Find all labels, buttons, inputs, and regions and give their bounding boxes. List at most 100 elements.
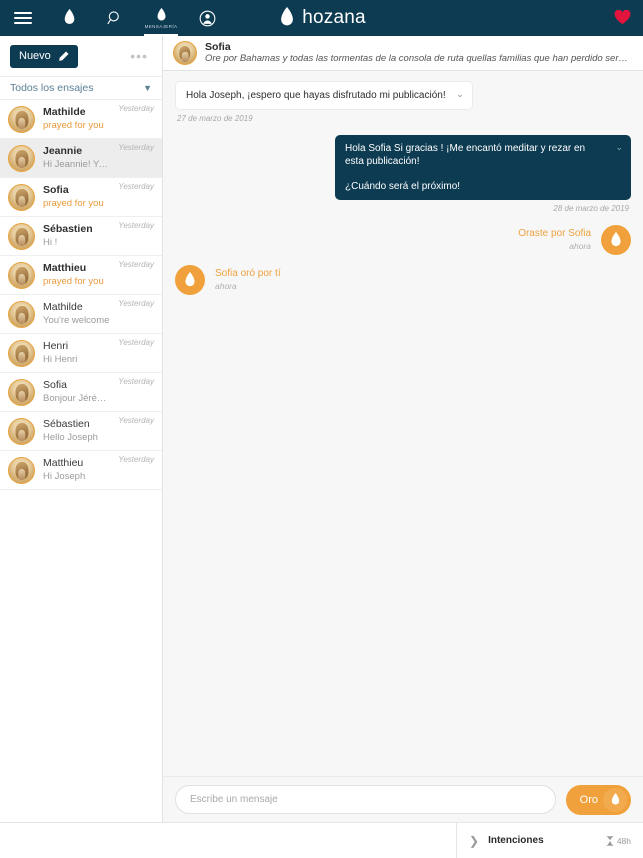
sidebar-toolbar: Nuevo ••• [0,36,162,76]
heart-icon [614,9,631,25]
conversation-preview: Bonjour Jérémie ! [43,393,111,404]
flame-icon [185,271,195,286]
more-options-icon[interactable]: ••• [130,48,152,64]
conversation-list-item[interactable]: Sofia prayed for you Yesterday [0,178,162,217]
conversation-name: Henri [43,340,69,352]
pray-button-label: Oro [579,793,598,806]
avatar [8,339,35,367]
menu-button[interactable] [0,0,46,36]
flame-badge [601,225,631,255]
conversation-name: Sébastien [43,418,90,430]
avatar [8,222,35,250]
conversation-list-item[interactable]: Jeannie Hi Jeannie! Yes thanks ! I Yesterd… [0,139,162,178]
message-timestamp: 27 de marzo de 2019 [177,114,253,123]
conversation-list-item[interactable]: Sofia Bonjour Jérémie ! Yesterday [0,373,162,412]
chevron-down-icon[interactable]: ⌄ [615,141,623,154]
conversation-preview: Hi Joseph [43,471,86,482]
message-composer: Oro [163,776,643,822]
conversation-name: Sébastien [43,223,93,235]
conversation-time: Yesterday [118,143,154,152]
conversation-name: Jeannie [43,145,83,157]
prayer-event-time: ahora [569,241,591,251]
conversation-list-item[interactable]: Matthieu Hi Joseph Yesterday [0,451,162,490]
avatar [8,456,35,484]
conversation-filter-label: Todos los ensajes [10,82,94,94]
nav-search-button[interactable] [92,0,138,36]
message-text: Hola Joseph, ¡espero que hayas disfrutad… [186,90,446,101]
message-timestamp: 28 de marzo de 2019 [553,204,629,213]
message-bubble-incoming[interactable]: Hola Joseph, ¡espero que hayas disfrutad… [175,81,473,110]
intentions-timer: 48h [606,836,631,846]
avatar [8,378,35,406]
conversation-time: Yesterday [118,377,154,386]
avatar [8,300,35,328]
flame-badge [603,787,627,812]
message-row-outgoing: Hola Sofia Si gracias ! ¡Me encantó medi… [175,135,631,200]
conversation-list-item[interactable]: Sébastien Hi ! Yesterday [0,217,162,256]
conversation-time: Yesterday [118,299,154,308]
conversation-list-item[interactable]: Henri Hi Henri Yesterday [0,334,162,373]
flame-icon [157,7,165,20]
intentions-timer-text: 48h [616,835,631,846]
hourglass-icon [606,835,614,846]
conversation-sidebar: Nuevo ••• Todos los ensajes ▼ Mathilde pr… [0,36,163,822]
conversation-preview: Hi Jeannie! Yes thanks ! I [43,159,110,170]
user-icon [199,10,215,26]
message-row-incoming: Hola Joseph, ¡espero que hayas disfrutad… [175,81,631,110]
chat-contact-name: Sofia [205,41,231,53]
conversation-time: Yesterday [118,416,154,425]
conversation-filter[interactable]: Todos los ensajes ▼ [0,76,162,100]
conversation-list-item[interactable]: Matthieu prayed for you Yesterday [0,256,162,295]
conversation-time: Yesterday [118,182,154,191]
nav-messaging-label: MENSAJERÍA [144,23,178,29]
nav-home-button[interactable] [46,0,92,36]
new-message-button[interactable]: Nuevo [10,44,78,68]
favorites-button[interactable] [614,9,631,30]
intentions-title: Intenciones [488,835,544,846]
conversation-time: Yesterday [118,104,154,113]
search-icon [107,11,119,25]
conversation-preview: Hello Joseph [43,432,98,443]
conversation-time: Yesterday [118,260,154,269]
conversation-preview: You're welcome [43,315,110,326]
flame-icon [281,7,294,26]
avatar [173,41,197,65]
conversation-name: Mathilde [43,301,83,313]
top-navigation-bar: MENSAJERÍA hozana [0,0,643,36]
message-input[interactable] [175,785,556,814]
chevron-down-icon[interactable]: ⌄ [456,88,464,101]
conversation-list-item[interactable]: Sébastien Hello Joseph Yesterday [0,412,162,451]
conversation-preview: prayed for you [43,120,104,131]
chevron-down-icon: ▼ [143,83,152,93]
conversation-name: Mathilde [43,106,86,118]
prayer-event-time: ahora [215,281,237,291]
chat-panel: Sofia Ore por Bahamas y todas las tormen… [163,36,643,822]
message-text: Hola Sofia Si gracias ! ¡Me encantó medi… [345,143,586,192]
flame-icon [64,9,74,24]
chat-contact-subtitle: Ore por Bahamas y todas las tormentas de… [205,53,633,64]
intentions-panel-toggle[interactable]: ❯ Intenciones 48h [457,823,643,858]
message-bubble-outgoing[interactable]: Hola Sofia Si gracias ! ¡Me encantó medi… [335,135,631,200]
prayer-event-incoming: Sofia oró por tí ahora [175,265,631,295]
new-message-label: Nuevo [19,50,51,62]
conversation-preview: Hi Henri [43,354,78,365]
chat-header: Sofia Ore por Bahamas y todas las tormen… [163,36,643,71]
flame-icon [611,792,619,805]
conversation-preview: Hi ! [43,237,58,248]
conversation-time: Yesterday [118,338,154,347]
prayer-event-title: Sofia oró por tí [215,268,281,279]
chevron-right-icon: ❯ [469,833,480,848]
app-root: MENSAJERÍA hozana Nuevo ••• Todos los en… [0,0,643,858]
hamburger-icon [14,9,32,27]
conversation-name: Matthieu [43,457,84,469]
pencil-icon [58,50,69,61]
pray-button[interactable]: Oro [565,784,631,815]
flame-badge [175,265,205,295]
nav-profile-button[interactable] [184,0,230,36]
message-thread: Hola Joseph, ¡espero que hayas disfrutad… [163,71,643,776]
nav-messaging-button[interactable]: MENSAJERÍA [138,0,184,36]
avatar [8,261,35,289]
conversation-list-item[interactable]: Mathilde You're welcome Yesterday [0,295,162,334]
conversation-list-item[interactable]: Mathilde prayed for you Yesterday [0,100,162,139]
conversation-name: Matthieu [43,262,87,274]
